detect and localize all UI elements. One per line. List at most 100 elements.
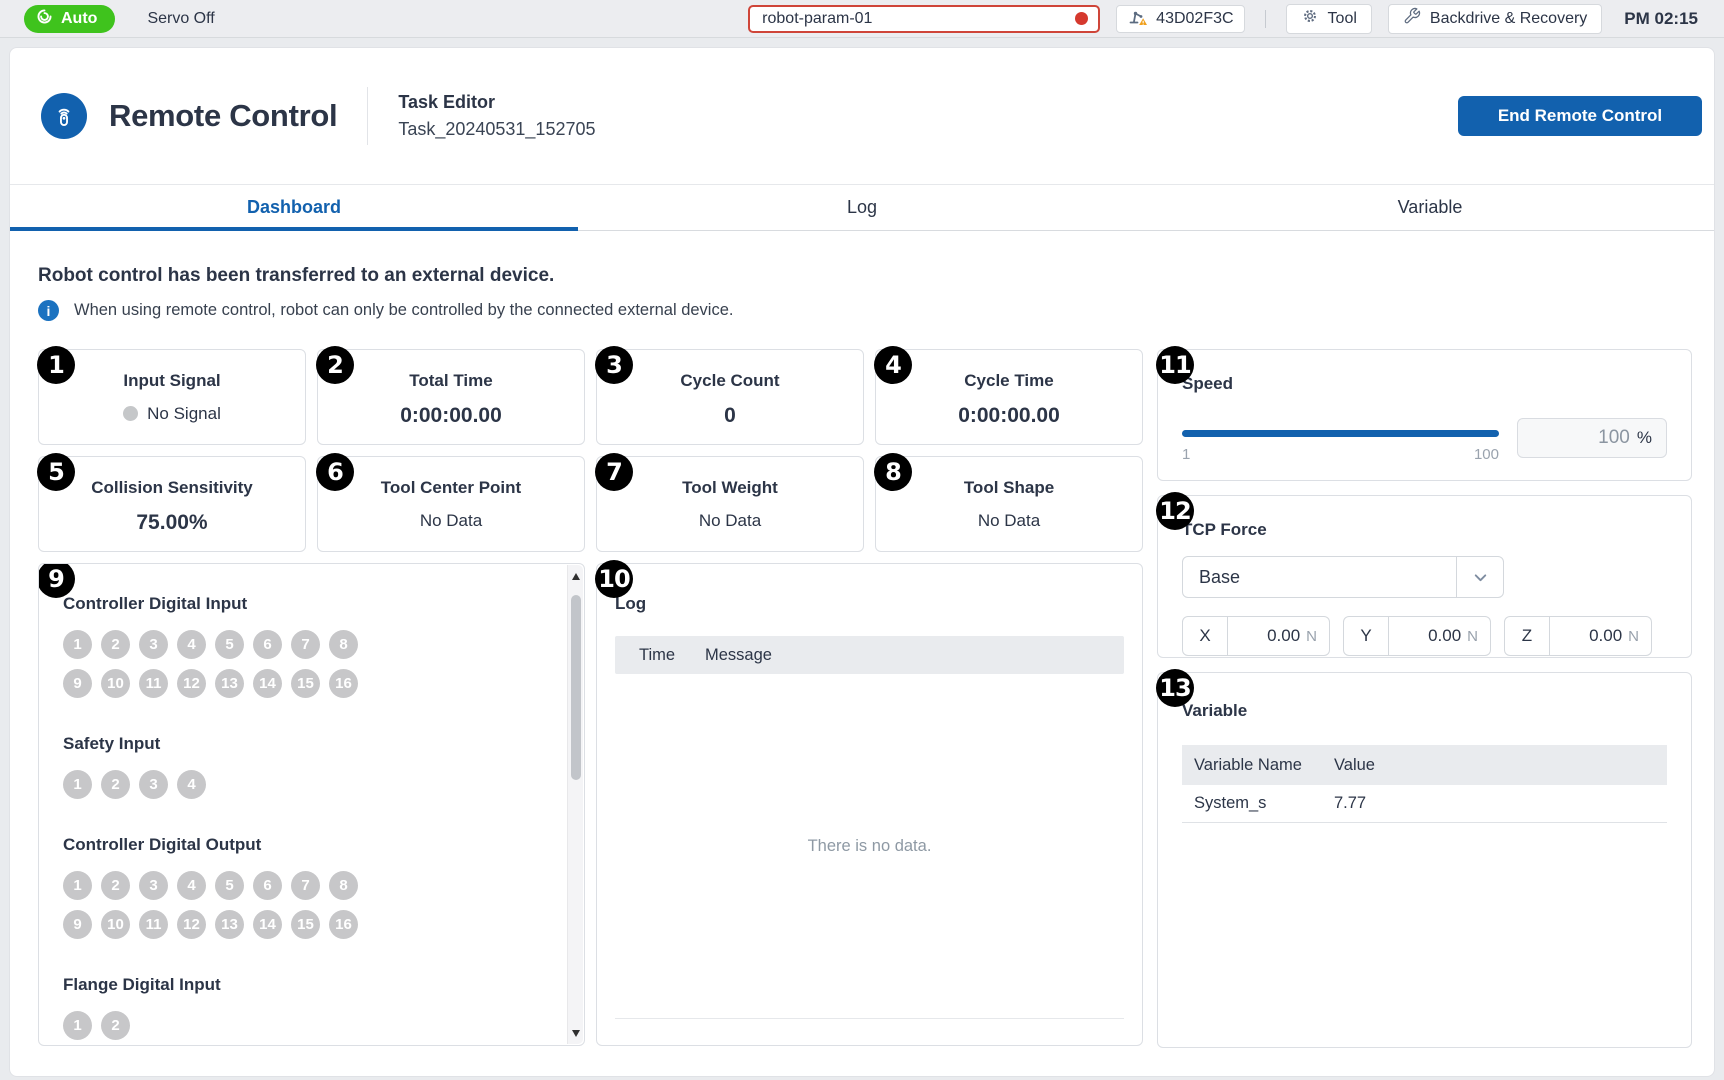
io-indicator-7: 7 xyxy=(291,871,320,900)
io-indicator-8: 8 xyxy=(329,630,358,659)
axis-y-label: Y xyxy=(1343,616,1389,656)
axis-x: X 0.00 N xyxy=(1182,616,1330,656)
callout-badge-9: 9 xyxy=(38,563,75,598)
io-indicator-1: 1 xyxy=(63,770,92,799)
speed-title: Speed xyxy=(1182,374,1667,394)
io-grid-flange-digital-input: 12 xyxy=(63,1011,363,1040)
io-indicator-4: 4 xyxy=(177,770,206,799)
remote-control-logo xyxy=(41,93,87,139)
robot-id-label: 43D02F3C xyxy=(1156,10,1233,28)
io-indicator-15: 15 xyxy=(291,910,320,939)
stat-value: 75.00% xyxy=(39,511,305,535)
axis-y-unit: N xyxy=(1467,628,1478,645)
mode-badge-label: Auto xyxy=(61,10,97,28)
variable-col-value: Value xyxy=(1334,756,1375,775)
panel-tcp-force: 12 TCP Force Base X xyxy=(1157,495,1692,658)
io-indicator-2: 2 xyxy=(101,1011,130,1040)
tab-log[interactable]: Log xyxy=(578,185,1146,230)
robot-param-input[interactable]: robot-param-01 xyxy=(748,5,1100,33)
backdrive-button-label: Backdrive & Recovery xyxy=(1430,10,1587,28)
io-indicator-6: 6 xyxy=(253,630,282,659)
io-indicator-14: 14 xyxy=(253,910,282,939)
dashboard-content: Robot control has been transferred to an… xyxy=(10,231,1714,1048)
robot-id-chip[interactable]: 43D02F3C xyxy=(1116,5,1244,33)
stat-value: No Data xyxy=(318,511,584,531)
callout-badge-12: 12 xyxy=(1156,492,1194,530)
mode-badge-auto[interactable]: Auto xyxy=(24,5,115,33)
io-indicator-3: 3 xyxy=(139,770,168,799)
io-indicator-2: 2 xyxy=(101,871,130,900)
io-grid-controller-digital-input: 12345678910111213141516 xyxy=(63,630,363,698)
io-indicator-3: 3 xyxy=(139,630,168,659)
axis-y-value: 0.00 N xyxy=(1389,616,1491,656)
tab-dashboard[interactable]: Dashboard xyxy=(10,185,578,230)
red-status-dot xyxy=(1075,12,1088,25)
io-indicator-1: 1 xyxy=(63,630,92,659)
variable-name-cell: System_s xyxy=(1194,794,1334,813)
topbar-divider xyxy=(1265,10,1266,28)
io-indicator-5: 5 xyxy=(215,871,244,900)
callout-badge-6: 6 xyxy=(316,453,354,491)
chevron-down-icon xyxy=(1457,557,1503,597)
io-indicator-11: 11 xyxy=(139,669,168,698)
scroll-up-button[interactable] xyxy=(568,568,584,584)
axis-z-value: 0.00 N xyxy=(1550,616,1652,656)
stat-value: No Signal xyxy=(39,404,305,424)
remote-icon xyxy=(50,102,78,130)
variable-row: System_s 7.77 xyxy=(1182,785,1667,823)
axis-z: Z 0.00 N xyxy=(1504,616,1652,656)
percent-sign: % xyxy=(1637,428,1652,448)
robot-arm-warning-icon xyxy=(1127,6,1148,31)
io-indicator-2: 2 xyxy=(101,630,130,659)
tab-bar: Dashboard Log Variable xyxy=(10,184,1714,231)
scroll-down-button[interactable] xyxy=(568,1025,584,1041)
io-indicator-10: 10 xyxy=(101,669,130,698)
card-cycle-time: 4 Cycle Time 0:00:00.00 xyxy=(875,349,1143,445)
log-footer-divider xyxy=(615,1018,1124,1019)
info-icon: i xyxy=(38,300,59,321)
variable-table-header: Variable Name Value xyxy=(1182,745,1667,785)
speed-value-input[interactable]: 100 % xyxy=(1517,418,1667,458)
tab-variable[interactable]: Variable xyxy=(1146,185,1714,230)
wrench-icon xyxy=(1403,7,1421,30)
io-scrollbar[interactable] xyxy=(567,565,583,1044)
io-indicator-12: 12 xyxy=(177,669,206,698)
scrollbar-thumb[interactable] xyxy=(571,595,581,780)
tool-button-label: Tool xyxy=(1328,10,1357,28)
backdrive-recovery-button[interactable]: Backdrive & Recovery xyxy=(1388,4,1602,34)
header-divider xyxy=(367,87,368,145)
stat-value: No Data xyxy=(876,511,1142,531)
io-indicator-16: 16 xyxy=(329,669,358,698)
stat-title: Collision Sensitivity xyxy=(39,478,305,498)
speed-slider-fill xyxy=(1182,430,1499,437)
io-indicator-4: 4 xyxy=(177,630,206,659)
end-remote-control-button[interactable]: End Remote Control xyxy=(1458,96,1702,136)
callout-badge-13: 13 xyxy=(1156,669,1194,707)
stat-value: 0:00:00.00 xyxy=(876,404,1142,428)
main-window: Remote Control Task Editor Task_20240531… xyxy=(9,47,1715,1077)
callout-badge-4: 4 xyxy=(874,346,912,384)
clock: PM 02:15 xyxy=(1624,9,1698,29)
tcp-force-axes: X 0.00 N Y 0.00 N xyxy=(1182,616,1667,656)
info-text: When using remote control, robot can onl… xyxy=(74,301,733,320)
speed-slider[interactable] xyxy=(1182,430,1499,437)
io-indicator-5: 5 xyxy=(215,630,244,659)
axis-x-label: X xyxy=(1182,616,1228,656)
callout-badge-2: 2 xyxy=(316,346,354,384)
variable-title: Variable xyxy=(1182,701,1667,721)
tcp-force-title: TCP Force xyxy=(1182,520,1667,540)
servo-status: Servo Off xyxy=(147,10,214,28)
card-input-signal: 1 Input Signal No Signal xyxy=(38,349,306,445)
axis-y: Y 0.00 N xyxy=(1343,616,1491,656)
callout-badge-11: 11 xyxy=(1156,346,1194,384)
axis-x-unit: N xyxy=(1306,628,1317,645)
card-tool-center-point: 6 Tool Center Point No Data xyxy=(317,456,585,552)
tool-button[interactable]: Tool xyxy=(1286,4,1372,34)
io-indicator-13: 13 xyxy=(215,910,244,939)
info-row: i When using remote control, robot can o… xyxy=(38,300,1692,321)
robot-param-value: robot-param-01 xyxy=(762,10,872,28)
stat-title: Total Time xyxy=(318,371,584,391)
slider-min-label: 1 xyxy=(1182,446,1190,463)
io-indicator-3: 3 xyxy=(139,871,168,900)
frame-dropdown[interactable]: Base xyxy=(1182,556,1504,598)
